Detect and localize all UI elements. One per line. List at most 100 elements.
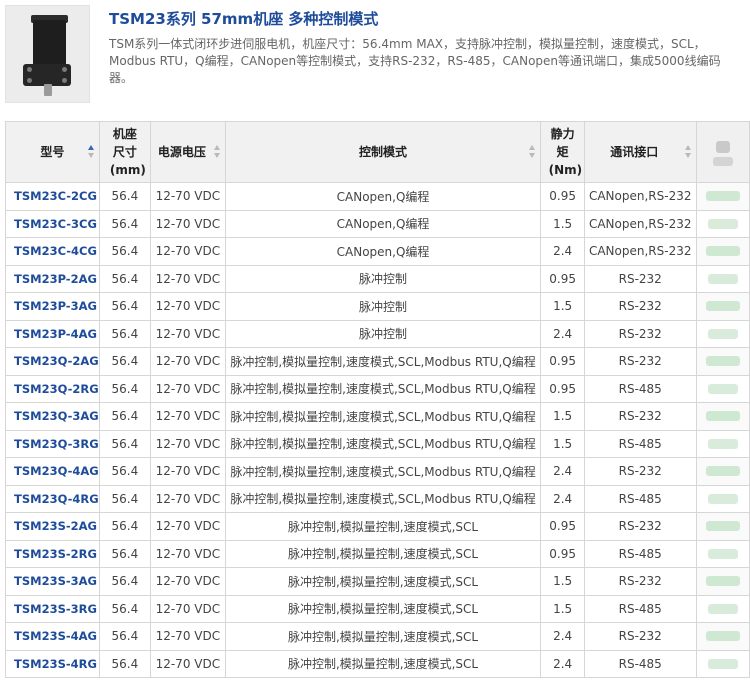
control-mode-cell: 脉冲控制	[224, 264, 542, 293]
blurred-cell	[695, 512, 750, 541]
blurred-cell	[695, 292, 750, 321]
model-cell[interactable]: TSM23Q-3AG	[5, 402, 100, 431]
column-header-frame[interactable]: 机座尺寸(mm)	[98, 121, 152, 183]
column-header-comm[interactable]: 通讯接口	[583, 121, 697, 183]
blurred-cell	[695, 209, 750, 238]
comm-interface-cell: RS-232	[583, 402, 697, 431]
control-mode-cell: 脉冲控制,模拟量控制,速度模式,SCL,Modbus RTU,Q编程	[224, 484, 542, 513]
table-row[interactable]: TSM23S-2AG 56.4 12-70 VDC 脉冲控制,模拟量控制,速度模式,S…	[5, 512, 750, 541]
comm-interface-cell: CANopen,RS-232	[583, 182, 697, 211]
control-mode-cell: 脉冲控制,模拟量控制,速度模式,SCL,Modbus RTU,Q编程	[224, 429, 542, 458]
control-mode-cell: 脉冲控制	[224, 319, 542, 348]
torque-cell: 1.5	[540, 594, 585, 623]
blurred-content	[705, 466, 740, 477]
frame-size-cell: 56.4	[98, 484, 152, 513]
model-cell[interactable]: TSM23S-4AG	[5, 622, 100, 651]
table-row[interactable]: TSM23P-4AG 56.4 12-70 VDC 脉冲控制 2.4 RS-232	[5, 319, 750, 348]
column-header-control[interactable]: 控制模式	[224, 121, 542, 183]
model-cell[interactable]: TSM23Q-2RG	[5, 374, 100, 403]
column-label: 电源电压	[157, 145, 206, 159]
control-mode-cell: 脉冲控制,模拟量控制,速度模式,SCL	[224, 622, 542, 651]
table-row[interactable]: TSM23S-3RG 56.4 12-70 VDC 脉冲控制,模拟量控制,速度模式,S…	[5, 594, 750, 623]
model-cell[interactable]: TSM23Q-4RG	[5, 484, 100, 513]
comm-interface-cell: RS-485	[583, 594, 697, 623]
model-cell[interactable]: TSM23S-3RG	[5, 594, 100, 623]
voltage-cell: 12-70 VDC	[150, 622, 226, 651]
frame-size-cell: 56.4	[98, 429, 152, 458]
blurred-cell	[695, 649, 750, 678]
frame-size-cell: 56.4	[98, 264, 152, 293]
table-row[interactable]: TSM23S-2RG 56.4 12-70 VDC 脉冲控制,模拟量控制,速度模式,S…	[5, 539, 750, 568]
frame-size-cell: 56.4	[98, 567, 152, 596]
table-row[interactable]: TSM23Q-3RG 56.4 12-70 VDC 脉冲控制,模拟量控制,速度模式,S…	[5, 429, 750, 458]
sort-icon[interactable]	[213, 145, 221, 159]
table-row[interactable]: TSM23C-4CG 56.4 12-70 VDC CANopen,Q编程 2.4 CAN…	[5, 237, 750, 266]
blurred-cell	[695, 264, 750, 293]
table-row[interactable]: TSM23P-2AG 56.4 12-70 VDC 脉冲控制 0.95 RS-232	[5, 264, 750, 293]
model-cell[interactable]: TSM23S-3AG	[5, 567, 100, 596]
column-header-model[interactable]: 型号	[5, 121, 100, 183]
column-label: 通讯接口	[610, 145, 659, 159]
model-cell[interactable]: TSM23S-4RG	[5, 649, 100, 678]
table-row[interactable]: TSM23S-4RG 56.4 12-70 VDC 脉冲控制,模拟量控制,速度模式,S…	[5, 649, 750, 678]
blurred-cell	[695, 347, 750, 376]
table-row[interactable]: TSM23Q-3AG 56.4 12-70 VDC 脉冲控制,模拟量控制,速度模式,S…	[5, 402, 750, 431]
model-cell[interactable]: TSM23C-3CG	[5, 209, 100, 238]
blurred-cell	[695, 622, 750, 651]
table-row[interactable]: TSM23P-3AG 56.4 12-70 VDC 脉冲控制 1.5 RS-232	[5, 292, 750, 321]
table-row[interactable]: TSM23Q-2AG 56.4 12-70 VDC 脉冲控制,模拟量控制,速度模式,S…	[5, 347, 750, 376]
table-row[interactable]: TSM23C-2CG 56.4 12-70 VDC CANopen,Q编程 0.95 CA…	[5, 182, 750, 211]
torque-cell: 0.95	[540, 347, 585, 376]
table-row[interactable]: TSM23Q-2RG 56.4 12-70 VDC 脉冲控制,模拟量控制,速度模式,S…	[5, 374, 750, 403]
column-label: 型号	[40, 145, 65, 159]
comm-interface-cell: RS-485	[583, 539, 697, 568]
column-label: 静力矩(Nm)	[548, 127, 583, 177]
torque-cell: 2.4	[540, 622, 585, 651]
frame-size-cell: 56.4	[98, 347, 152, 376]
control-mode-cell: CANopen,Q编程	[224, 209, 542, 238]
table-row[interactable]: TSM23Q-4RG 56.4 12-70 VDC 脉冲控制,模拟量控制,速度模式,S…	[5, 484, 750, 513]
torque-cell: 0.95	[540, 182, 585, 211]
comm-interface-cell: RS-485	[583, 484, 697, 513]
blurred-cell	[695, 182, 750, 211]
comm-interface-cell: CANopen,RS-232	[583, 237, 697, 266]
blurred-content	[707, 273, 738, 284]
blurred-content	[705, 191, 740, 202]
model-cell[interactable]: TSM23Q-2AG	[5, 347, 100, 376]
table-row[interactable]: TSM23Q-4AG 56.4 12-70 VDC 脉冲控制,模拟量控制,速度模式,S…	[5, 457, 750, 486]
model-cell[interactable]: TSM23Q-3RG	[5, 429, 100, 458]
voltage-cell: 12-70 VDC	[150, 594, 226, 623]
page-title[interactable]: TSM23系列 57mm机座 多种控制模式	[109, 8, 378, 29]
frame-size-cell: 56.4	[98, 457, 152, 486]
model-cell[interactable]: TSM23C-4CG	[5, 237, 100, 266]
column-header-voltage[interactable]: 电源电压	[150, 121, 226, 183]
table-header-row: 型号 机座尺寸(mm) 电源电压 控制模式 静力矩(Nm) 通讯接口	[5, 121, 750, 183]
blurred-content	[705, 576, 740, 587]
sort-icon[interactable]	[684, 145, 692, 159]
torque-cell: 1.5	[540, 402, 585, 431]
sort-asc-icon[interactable]	[87, 145, 95, 159]
model-cell[interactable]: TSM23Q-4AG	[5, 457, 100, 486]
model-cell[interactable]: TSM23S-2RG	[5, 539, 100, 568]
voltage-cell: 12-70 VDC	[150, 429, 226, 458]
column-header-torque[interactable]: 静力矩(Nm)	[540, 121, 585, 183]
blurred-content	[705, 411, 740, 422]
sort-icon[interactable]	[529, 145, 536, 159]
voltage-cell: 12-70 VDC	[150, 237, 226, 266]
blurred-cell	[695, 567, 750, 596]
torque-cell: 0.95	[540, 539, 585, 568]
model-cell[interactable]: TSM23P-3AG	[5, 292, 100, 321]
torque-cell: 2.4	[540, 319, 585, 348]
model-cell[interactable]: TSM23S-2AG	[5, 512, 100, 541]
product-image[interactable]	[5, 5, 90, 103]
table-row[interactable]: TSM23S-3AG 56.4 12-70 VDC 脉冲控制,模拟量控制,速度模式,S…	[5, 567, 750, 596]
table-row[interactable]: TSM23S-4AG 56.4 12-70 VDC 脉冲控制,模拟量控制,速度模式,S…	[5, 622, 750, 651]
comm-interface-cell: RS-485	[583, 649, 697, 678]
blurred-cell	[695, 402, 750, 431]
frame-size-cell: 56.4	[98, 237, 152, 266]
model-cell[interactable]: TSM23C-2CG	[5, 182, 100, 211]
model-cell[interactable]: TSM23P-2AG	[5, 264, 100, 293]
frame-size-cell: 56.4	[98, 539, 152, 568]
table-row[interactable]: TSM23C-3CG 56.4 12-70 VDC CANopen,Q编程 1.5 CAN…	[5, 209, 750, 238]
model-cell[interactable]: TSM23P-4AG	[5, 319, 100, 348]
